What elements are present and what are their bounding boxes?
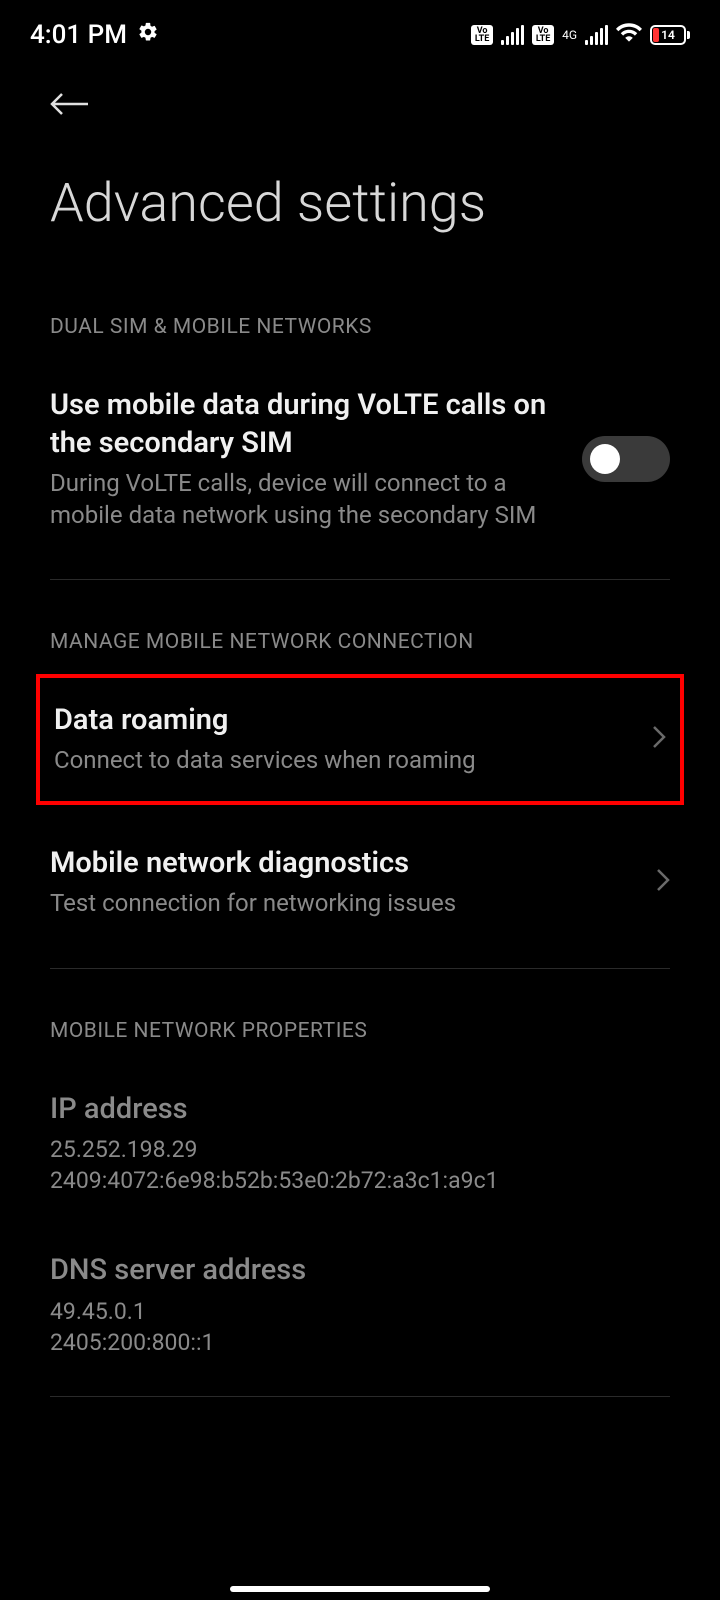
setting-title: Use mobile data during VoLTE calls on th… [50, 387, 562, 462]
status-bar: 4:01 PM VoLTE VoLTE 4G 14 [0, 0, 720, 60]
back-button[interactable] [50, 103, 90, 122]
property-value-v4: 49.45.0.1 [50, 1296, 670, 1327]
setting-title: Mobile network diagnostics [50, 845, 636, 883]
setting-subtitle: During VoLTE calls, device will connect … [50, 468, 562, 530]
property-title: IP address [50, 1091, 670, 1129]
signal-bars-2 [585, 25, 608, 45]
property-value-v6: 2405:200:800::1 [50, 1327, 670, 1358]
home-indicator[interactable] [230, 1586, 490, 1592]
network-type-label: 4G [562, 30, 577, 40]
property-dns-address: DNS server address 49.45.0.1 2405:200:80… [0, 1224, 720, 1386]
gear-icon [137, 20, 159, 50]
wifi-icon [616, 20, 642, 50]
setting-data-roaming[interactable]: Data roaming Connect to data services wh… [40, 678, 680, 801]
chevron-right-icon [652, 725, 666, 753]
status-time: 4:01 PM [30, 20, 127, 50]
status-right: VoLTE VoLTE 4G 14 [471, 20, 690, 50]
property-ip-address: IP address 25.252.198.29 2409:4072:6e98:… [0, 1063, 720, 1225]
divider [50, 1396, 670, 1397]
setting-title: Data roaming [54, 702, 632, 740]
setting-subtitle: Test connection for networking issues [50, 888, 636, 919]
battery-fill [653, 28, 659, 42]
highlight-box: Data roaming Connect to data services wh… [36, 674, 684, 805]
battery-percent: 14 [661, 28, 675, 42]
section-header-net-props: MOBILE NETWORK PROPERTIES [0, 989, 720, 1063]
setting-mobile-diagnostics[interactable]: Mobile network diagnostics Test connecti… [0, 805, 720, 948]
volte-badge-1: VoLTE [471, 25, 493, 45]
setting-volte-secondary-sim[interactable]: Use mobile data during VoLTE calls on th… [0, 359, 720, 559]
divider [50, 579, 670, 580]
chevron-right-icon [656, 868, 670, 896]
section-header-dual-sim: DUAL SIM & MOBILE NETWORKS [0, 285, 720, 359]
property-title: DNS server address [50, 1252, 670, 1290]
property-value-v4: 25.252.198.29 [50, 1134, 670, 1165]
battery-indicator: 14 [650, 25, 690, 45]
volte-badge-2: VoLTE [532, 25, 554, 45]
section-header-manage-connection: MANAGE MOBILE NETWORK CONNECTION [0, 600, 720, 674]
property-value-v6: 2409:4072:6e98:b52b:53e0:2b72:a3c1:a9c1 [50, 1165, 670, 1196]
divider [50, 968, 670, 969]
setting-subtitle: Connect to data services when roaming [54, 745, 632, 776]
toggle-volte-secondary[interactable] [582, 436, 670, 482]
signal-bars-1 [501, 25, 524, 45]
status-left: 4:01 PM [30, 20, 159, 50]
page-title: Advanced settings [0, 142, 720, 285]
